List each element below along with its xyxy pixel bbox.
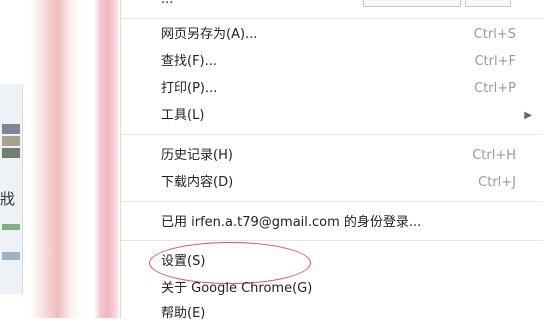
menu-item-about-chrome[interactable]: 关于 Google Chrome(G) (161, 279, 543, 299)
menu-separator (121, 18, 543, 19)
submenu-arrow-icon: ▶ (524, 110, 532, 121)
chrome-settings-menu: ... 网页另存为(A)... Ctrl+S 查找(F)... Ctrl+F 打… (120, 0, 543, 321)
menu-item-label: 已用 irfen.a.t79@gmail.com 的身份登录... (161, 215, 422, 230)
menu-item-find[interactable]: 查找(F)... Ctrl+F (161, 52, 543, 72)
menu-item-shortcut: Ctrl+F (474, 54, 516, 69)
menu-item-shortcut: Ctrl+P (474, 81, 516, 96)
thumbnail-image (2, 252, 20, 260)
menu-item-label: 帮助(E) (161, 306, 206, 321)
menu-separator (121, 240, 543, 241)
zoom-control-fragment[interactable] (363, 0, 461, 7)
menu-item-settings[interactable]: 设置(S) (149, 242, 543, 284)
menu-item-label: 关于 Google Chrome(G) (161, 281, 313, 296)
menu-item-label: 网页另存为(A)... (161, 27, 258, 42)
menu-item-history[interactable]: 历史记录(H) Ctrl+H (161, 146, 543, 166)
thumbnail-image (2, 124, 20, 134)
menu-item-save-page-as[interactable]: 网页另存为(A)... Ctrl+S (161, 25, 543, 45)
menu-item-label: 历史记录(H) (161, 148, 233, 163)
fullscreen-control-fragment[interactable] (465, 0, 511, 7)
menu-item-shortcut: Ctrl+H (472, 148, 516, 163)
menu-item-downloads[interactable]: 下载内容(D) Ctrl+J (161, 173, 543, 193)
background-partial-text: 戕 (0, 190, 16, 208)
menu-item-label: 查找(F)... (161, 54, 218, 69)
menu-item-partial: ... (161, 0, 173, 7)
menu-item-label: 工具(L) (161, 108, 205, 123)
menu-item-signed-in-as[interactable]: 已用 irfen.a.t79@gmail.com 的身份登录... (161, 213, 543, 233)
menu-item-label: 设置(S) (161, 254, 206, 269)
menu-item-tools[interactable]: 工具(L) ▶ (161, 106, 543, 126)
thumbnail-image (2, 148, 20, 158)
menu-item-label: 打印(P)... (161, 81, 218, 96)
menu-item-shortcut: Ctrl+J (478, 175, 516, 190)
menu-item-shortcut: Ctrl+S (473, 27, 516, 42)
menu-separator (121, 134, 543, 135)
thumbnail-image (2, 224, 20, 230)
menu-separator (121, 201, 543, 202)
menu-item-label: 下载内容(D) (161, 175, 234, 190)
menu-item-print[interactable]: 打印(P)... Ctrl+P (161, 79, 543, 99)
menu-item-help[interactable]: 帮助(E) (161, 304, 543, 324)
background-thumbnail-strip: 戕 (0, 84, 23, 294)
thumbnail-image (2, 136, 20, 146)
